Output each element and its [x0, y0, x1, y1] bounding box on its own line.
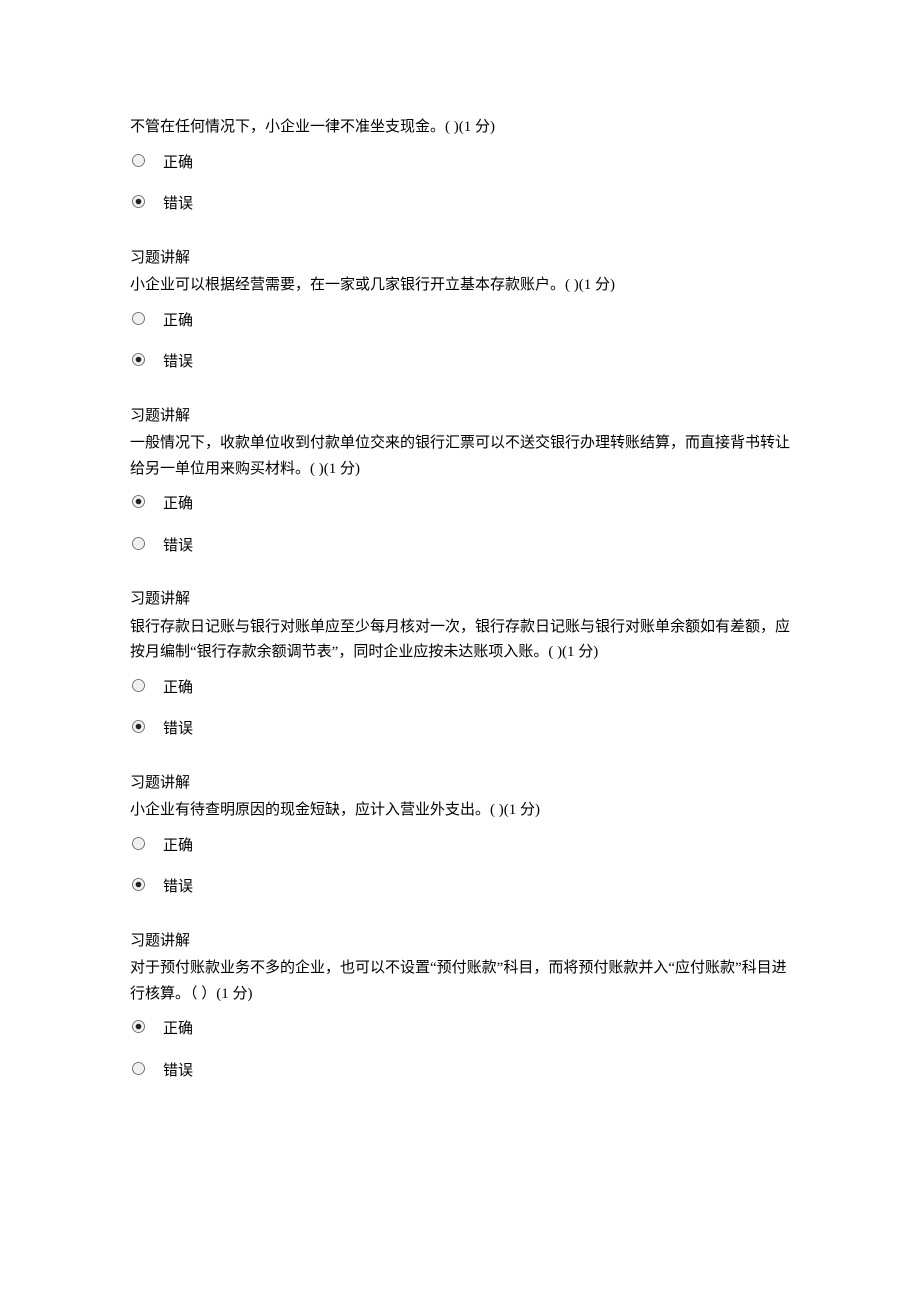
option-label-wrong: 错误	[163, 534, 193, 560]
option-correct[interactable]: 正确	[130, 676, 790, 702]
radio-icon	[132, 534, 163, 560]
explain-heading: 习题讲解	[130, 404, 790, 430]
option-label-correct: 正确	[163, 676, 193, 702]
option-wrong[interactable]: 错误	[130, 717, 790, 743]
option-label-wrong: 错误	[163, 875, 193, 901]
explain-heading: 习题讲解	[130, 246, 790, 272]
option-correct[interactable]: 正确	[130, 834, 790, 860]
radio-icon	[132, 492, 163, 518]
explain-heading: 习题讲解	[130, 771, 790, 797]
question-block: 习题讲解银行存款日记账与银行对账单应至少每月核对一次，银行存款日记账与银行对账单…	[130, 587, 790, 743]
option-label-correct: 正确	[163, 492, 193, 518]
radio-icon	[132, 1059, 163, 1085]
radio-icon	[132, 717, 163, 743]
option-correct[interactable]: 正确	[130, 492, 790, 518]
option-label-wrong: 错误	[163, 717, 193, 743]
option-label-wrong: 错误	[163, 350, 193, 376]
question-text: 一般情况下，收款单位收到付款单位交来的银行汇票可以不送交银行办理转账结算，而直接…	[130, 431, 790, 482]
radio-icon	[132, 834, 163, 860]
radio-icon	[132, 192, 163, 218]
radio-icon	[132, 875, 163, 901]
question-text: 小企业有待查明原因的现金短缺，应计入营业外支出。( )(1 分)	[130, 798, 790, 824]
option-correct[interactable]: 正确	[130, 151, 790, 177]
question-block: 习题讲解小企业可以根据经营需要，在一家或几家银行开立基本存款账户。( )(1 分…	[130, 246, 790, 376]
option-label-wrong: 错误	[163, 192, 193, 218]
option-label-wrong: 错误	[163, 1059, 193, 1085]
option-wrong[interactable]: 错误	[130, 875, 790, 901]
radio-icon	[132, 309, 163, 335]
question-block: 习题讲解对于预付账款业务不多的企业，也可以不设置“预付账款”科目，而将预付账款并…	[130, 929, 790, 1085]
radio-icon	[132, 151, 163, 177]
radio-icon	[132, 676, 163, 702]
question-text: 小企业可以根据经营需要，在一家或几家银行开立基本存款账户。( )(1 分)	[130, 273, 790, 299]
question-text: 对于预付账款业务不多的企业，也可以不设置“预付账款”科目，而将预付账款并入“应付…	[130, 956, 790, 1007]
explain-heading: 习题讲解	[130, 587, 790, 613]
question-block: 不管在任何情况下，小企业一律不准坐支现金。( )(1 分) 正确错误	[130, 115, 790, 218]
option-correct[interactable]: 正确	[130, 309, 790, 335]
option-wrong[interactable]: 错误	[130, 350, 790, 376]
option-label-correct: 正确	[163, 151, 193, 177]
option-label-correct: 正确	[163, 1017, 193, 1043]
radio-icon	[132, 1017, 163, 1043]
question-text: 银行存款日记账与银行对账单应至少每月核对一次，银行存款日记账与银行对账单余额如有…	[130, 615, 790, 666]
question-block: 习题讲解小企业有待查明原因的现金短缺，应计入营业外支出。( )(1 分) 正确错误	[130, 771, 790, 901]
radio-icon	[132, 350, 163, 376]
option-wrong[interactable]: 错误	[130, 192, 790, 218]
option-wrong[interactable]: 错误	[130, 534, 790, 560]
explain-heading: 习题讲解	[130, 929, 790, 955]
option-label-correct: 正确	[163, 834, 193, 860]
option-correct[interactable]: 正确	[130, 1017, 790, 1043]
question-block: 习题讲解一般情况下，收款单位收到付款单位交来的银行汇票可以不送交银行办理转账结算…	[130, 404, 790, 560]
question-text: 不管在任何情况下，小企业一律不准坐支现金。( )(1 分)	[130, 115, 790, 141]
option-label-correct: 正确	[163, 309, 193, 335]
option-wrong[interactable]: 错误	[130, 1059, 790, 1085]
